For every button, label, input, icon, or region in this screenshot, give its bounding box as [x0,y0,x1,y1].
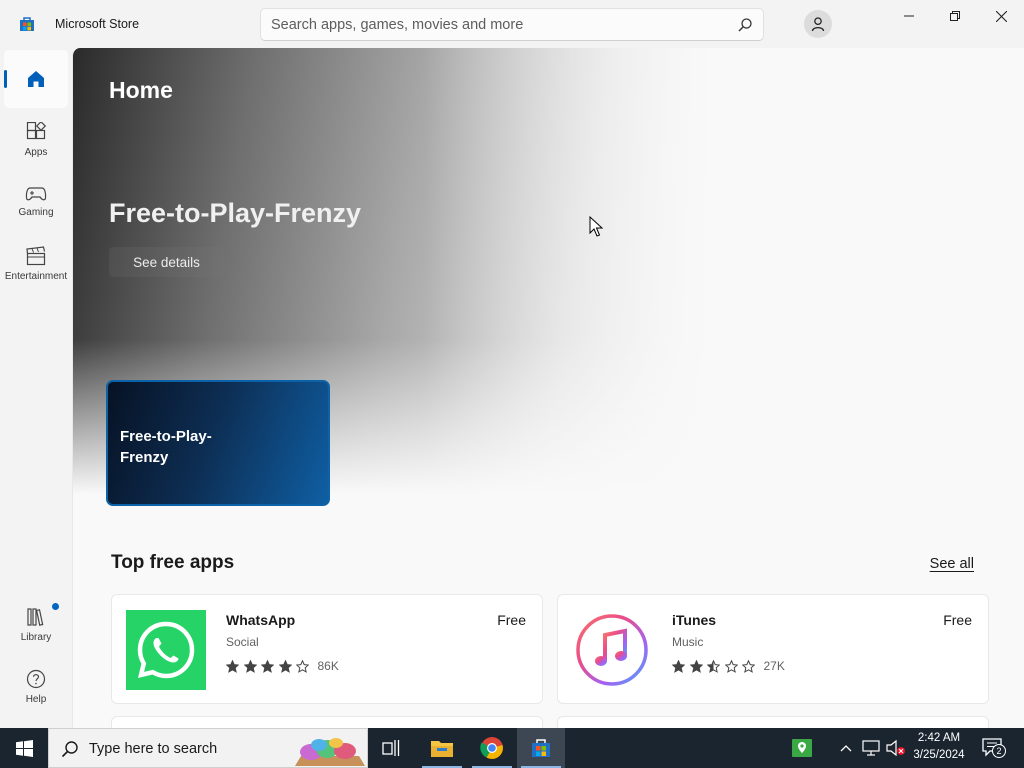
section-title: Top free apps [111,552,235,573]
app-card-whatsapp[interactable]: WhatsApp Free Social 86K [111,594,543,704]
mouse-cursor-icon [589,216,603,237]
star-half-icon [707,659,720,673]
taskbar-file-explorer[interactable] [418,728,466,768]
location-map-icon[interactable] [792,739,812,757]
library-icon [27,608,44,626]
itunes-icon [576,614,648,686]
app-title: Microsoft Store [55,17,140,31]
app-card-itunes[interactable]: iTunes Free Music 27K [557,594,989,704]
star-empty-icon [296,659,309,673]
sidebar-item-entertainment[interactable]: Entertainment [4,235,68,293]
app-rating: 86K [226,659,339,673]
search-input[interactable]: Search apps, games, movies and more [260,8,764,41]
search-icon [61,741,78,758]
star-filled-icon [261,659,274,673]
hero-title: Free-to-Play-Frenzy [109,198,362,228]
star-empty-icon [742,659,755,673]
promo-card-title: Free-to-Play-Frenzy [120,428,212,466]
taskbar-microsoft-store[interactable] [517,728,565,768]
microsoft-store-icon [532,739,550,757]
taskbar: Type here to search 2:42 AM 3/25/2024 2 [0,728,1024,768]
start-button[interactable] [0,728,48,768]
sidebar-item-home[interactable] [4,50,68,108]
restore-button[interactable] [932,0,978,32]
app-name: iTunes [672,612,717,628]
home-icon [28,71,44,87]
library-update-badge [52,603,59,610]
restore-icon [950,11,960,21]
star-filled-icon [226,659,239,673]
see-details-button[interactable]: See details [109,247,224,277]
task-view-button[interactable] [368,728,416,768]
taskbar-search-placeholder: Type here to search [89,741,218,757]
sidebar-item-label: Apps [24,147,48,158]
close-icon [995,10,1007,22]
volume-muted-icon[interactable] [886,740,906,756]
search-placeholder: Search apps, games, movies and more [271,17,524,33]
rating-count: 27K [763,659,785,673]
app-name: WhatsApp [226,612,296,628]
close-button[interactable] [978,0,1024,32]
active-indicator [4,70,7,88]
sidebar-item-label: Gaming [18,207,54,218]
app-price: Free [943,612,972,628]
notification-center-button[interactable]: 2 [980,736,1008,760]
help-icon [26,669,46,689]
see-all-link[interactable]: See all [930,556,974,572]
title-bar: Microsoft Store Search apps, games, movi… [0,0,1024,48]
star-empty-icon [724,659,738,673]
taskbar-search-box[interactable]: Type here to search [48,728,368,768]
star-filled-icon [243,659,257,673]
minimize-icon [904,15,914,17]
search-highlight-illustration-icon [295,738,365,766]
clock-date[interactable]: 3/25/2024 [908,749,970,761]
taskbar-chrome[interactable] [468,728,516,768]
sidebar-item-help[interactable]: Help [4,658,68,716]
minimize-button[interactable] [886,0,932,32]
task-view-icon [382,740,400,756]
apps-icon [26,122,46,140]
network-icon[interactable] [862,740,880,756]
promo-card[interactable]: Free-to-Play-Frenzy [106,380,330,506]
app-category: Social [226,635,259,649]
clapperboard-icon [26,246,46,266]
main-content: Home Free-to-Play-Frenzy See details Fre… [72,48,1024,728]
windows-logo-icon [15,739,33,757]
page-title: Home [109,77,173,103]
notification-count: 2 [996,746,1002,756]
notification-count-badge: 2 [992,744,1006,758]
chrome-icon [480,737,503,759]
account-avatar[interactable] [804,10,832,38]
sidebar-item-apps[interactable]: Apps [4,111,68,169]
rating-count: 86K [317,659,339,673]
star-filled-icon [689,659,703,673]
whatsapp-icon [126,610,206,690]
star-filled-icon [672,659,685,673]
app-card[interactable] [111,716,543,728]
app-category: Music [672,635,704,649]
sidebar-item-label: Library [20,632,52,643]
sidebar: Apps Gaming Entertainment Library Help [0,48,72,728]
microsoft-store-logo-icon [20,17,34,31]
sidebar-item-label: Help [25,694,47,705]
app-price: Free [497,612,526,628]
chevron-up-icon[interactable] [840,743,852,753]
app-card[interactable] [557,716,989,728]
gamepad-icon [25,187,47,201]
file-explorer-icon [431,741,453,757]
person-icon [811,17,825,32]
search-icon[interactable] [737,17,753,33]
clock-time[interactable]: 2:42 AM [908,732,970,744]
star-filled-icon [278,659,292,673]
app-rating: 27K [672,659,785,673]
sidebar-item-label: Entertainment [4,271,68,282]
sidebar-item-gaming[interactable]: Gaming [4,173,68,231]
